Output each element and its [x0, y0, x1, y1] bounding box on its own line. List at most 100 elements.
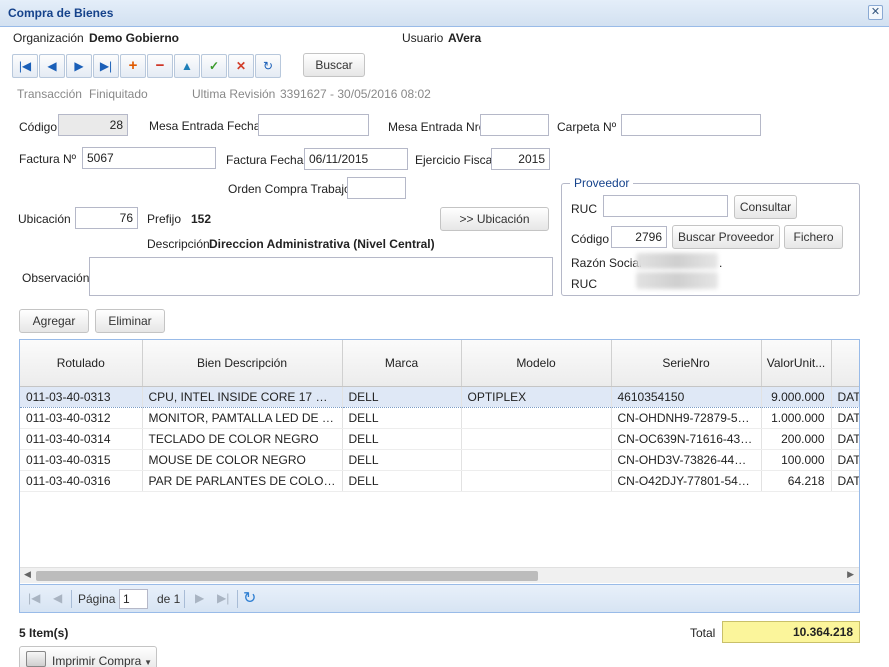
col-header-marca[interactable]: Marca: [342, 340, 462, 387]
prev-record-icon[interactable]: ◀: [39, 54, 65, 78]
ubicacion-button[interactable]: >> Ubicación: [440, 207, 549, 231]
user-value: AVera: [448, 31, 482, 45]
items-grid: Rotulado Bien Descripción Marca Modelo S…: [19, 339, 860, 613]
observacion-label: Observación: [22, 271, 90, 285]
refresh-icon[interactable]: ↻: [243, 588, 256, 608]
cell-rotulado: 011-03-40-0316: [20, 470, 143, 492]
cell-serie: CN-OC639N-71616-435-0LGL: [611, 428, 762, 450]
cancel-x-icon[interactable]: ✕: [228, 54, 254, 78]
remove-icon[interactable]: −: [147, 54, 173, 78]
cell-modelo: OPTIPLEX: [461, 385, 612, 408]
col-header-extra[interactable]: [831, 340, 859, 387]
cell-extra: DATA: [831, 470, 859, 492]
orden-label: Orden Compra Trabajo: [228, 182, 351, 196]
cell-rotulado: 011-03-40-0312: [20, 407, 143, 429]
cell-modelo: [461, 407, 612, 429]
transaction-value: Finiquitado: [89, 87, 148, 101]
first-record-icon[interactable]: |◀: [12, 54, 38, 78]
refresh-icon[interactable]: ↻: [255, 54, 281, 78]
cell-rotulado: 011-03-40-0314: [20, 428, 143, 450]
page-label: Página: [78, 592, 116, 606]
confirm-check-icon[interactable]: ✓: [201, 54, 227, 78]
add-icon[interactable]: +: [120, 54, 146, 78]
table-row[interactable]: 011-03-40-0312 MONITOR, PAMTALLA LED DE …: [20, 407, 859, 429]
factura-fecha-label: Factura Fecha: [226, 153, 304, 167]
mesa-nro-label: Mesa Entrada Nro: [388, 120, 486, 134]
pager-separator: [184, 590, 185, 608]
cell-rotulado: 011-03-40-0315: [20, 449, 143, 471]
next-record-icon[interactable]: ▶: [66, 54, 92, 78]
carpeta-field[interactable]: [621, 114, 761, 136]
codigo-field[interactable]: 28: [58, 114, 128, 136]
ruc2-label: RUC: [571, 277, 597, 291]
printer-icon: [26, 651, 46, 667]
search-button[interactable]: Buscar: [303, 53, 365, 77]
close-icon[interactable]: ✕: [868, 5, 883, 20]
consultar-button[interactable]: Consultar: [734, 195, 797, 219]
agregar-button[interactable]: Agregar: [19, 309, 89, 333]
cell-valor: 9.000.000: [761, 385, 832, 408]
print-button-label: Imprimir Compra: [52, 654, 142, 667]
cell-serie: CN-O42DJY-77801-54M-00HP: [611, 470, 762, 492]
proveedor-codigo-field[interactable]: 2796: [611, 226, 667, 248]
ubicacion-label: Ubicación: [18, 212, 71, 226]
factura-fecha-field[interactable]: 06/11/2015: [304, 148, 408, 170]
cell-valor: 1.000.000: [761, 407, 832, 429]
col-header-modelo[interactable]: Modelo: [461, 340, 612, 387]
scroll-left-icon[interactable]: ◀: [24, 569, 31, 580]
factura-label: Factura Nº: [19, 152, 77, 166]
ejercicio-field[interactable]: 2015: [491, 148, 550, 170]
razon-social-redacted: [636, 253, 718, 269]
horizontal-scrollbar[interactable]: ◀ ▶: [20, 567, 859, 583]
col-header-descripcion[interactable]: Bien Descripción: [142, 340, 343, 387]
next-page-icon[interactable]: ▶: [195, 591, 204, 605]
ruc-field[interactable]: [603, 195, 728, 217]
cell-serie: 4610354150: [611, 385, 762, 408]
page-input[interactable]: 1: [119, 589, 148, 609]
cell-marca: DELL: [342, 449, 462, 471]
col-header-valor[interactable]: ValorUnit...: [761, 340, 832, 387]
col-header-serie[interactable]: SerieNro: [611, 340, 762, 387]
factura-field[interactable]: 5067: [82, 147, 216, 169]
col-header-rotulado[interactable]: Rotulado: [20, 340, 143, 387]
dropdown-arrow-icon[interactable]: ▼: [144, 649, 152, 667]
pager-separator: [71, 590, 72, 608]
prefijo-value: 152: [191, 212, 212, 226]
table-row[interactable]: 011-03-40-0315 MOUSE DE COLOR NEGRO DELL…: [20, 449, 859, 471]
last-record-icon[interactable]: ▶|: [93, 54, 119, 78]
mesa-nro-field[interactable]: [480, 114, 549, 136]
codigo-label: Código: [19, 120, 58, 134]
cell-descripcion: TECLADO DE COLOR NEGRO: [142, 428, 343, 450]
window-titlebar: Compra de Bienes ✕: [0, 0, 889, 27]
cell-marca: DELL: [342, 407, 462, 429]
table-row[interactable]: 011-03-40-0316 PAR DE PARLANTES DE COLOR…: [20, 470, 859, 492]
page-of-label: de 1: [157, 592, 181, 606]
prev-page-icon[interactable]: ◀: [53, 591, 62, 605]
buscar-proveedor-button[interactable]: Buscar Proveedor: [672, 225, 780, 249]
ruc2-redacted: [636, 272, 718, 289]
first-page-icon[interactable]: |◀: [28, 591, 40, 605]
transaction-label: Transacción: [17, 87, 82, 101]
print-button[interactable]: Imprimir Compra ▼: [19, 646, 157, 667]
org-label: Organización: [13, 31, 84, 45]
cell-descripcion: MONITOR, PAMTALLA LED DE 19" E1914Hc: [142, 407, 343, 429]
cell-descripcion: PAR DE PARLANTES DE COLOR NEGRO: [142, 470, 343, 492]
cell-extra: DATA: [831, 449, 859, 471]
eliminar-button[interactable]: Eliminar: [95, 309, 165, 333]
mesa-fecha-label: Mesa Entrada Fecha: [149, 119, 261, 133]
razon-social-label: Razón Social: [571, 256, 642, 270]
ubicacion-field[interactable]: 76: [75, 207, 138, 229]
descripcion-value: Direccion Administrativa (Nivel Central): [209, 237, 435, 251]
scroll-right-icon[interactable]: ▶: [847, 569, 854, 580]
mesa-fecha-field[interactable]: [258, 114, 369, 136]
table-row[interactable]: 011-03-40-0313 CPU, INTEL INSIDE CORE 17…: [20, 385, 859, 408]
observacion-textarea[interactable]: [89, 257, 553, 296]
scrollbar-thumb[interactable]: [36, 571, 538, 581]
fichero-button[interactable]: Fichero: [784, 225, 843, 249]
collapse-up-icon[interactable]: ▲: [174, 54, 200, 78]
table-row[interactable]: 011-03-40-0314 TECLADO DE COLOR NEGRO DE…: [20, 428, 859, 450]
last-page-icon[interactable]: ▶|: [217, 591, 229, 605]
revision-label: Ultima Revisión: [192, 87, 276, 101]
cell-marca: DELL: [342, 428, 462, 450]
orden-field[interactable]: [347, 177, 406, 199]
